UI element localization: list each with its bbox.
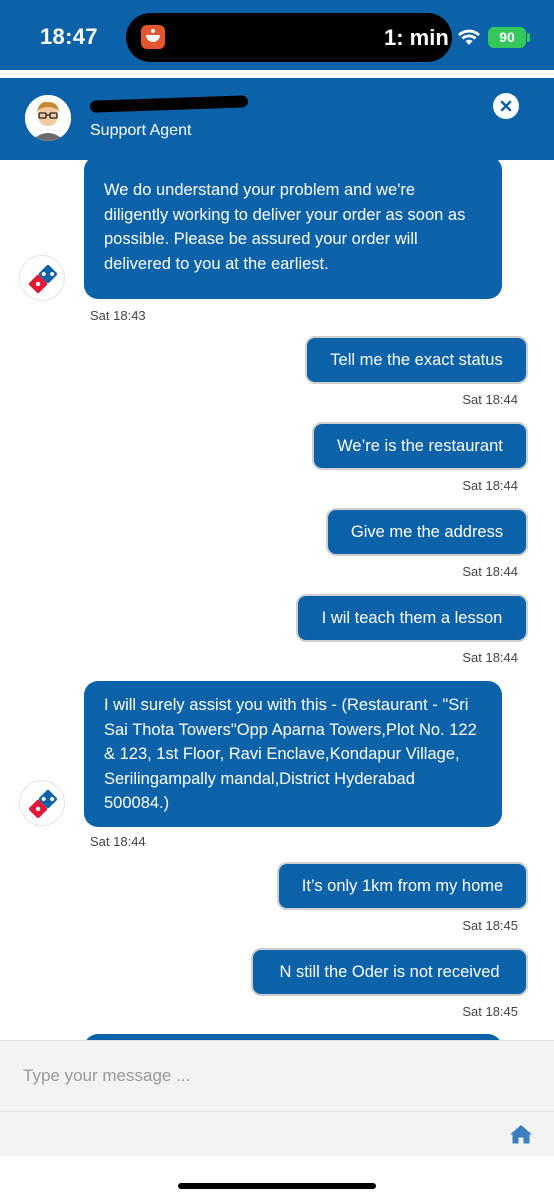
battery-indicator: 90 <box>488 27 526 48</box>
message-timestamp: Sat 18:44 <box>462 564 518 579</box>
outgoing-message: N still the Oder is not received <box>251 948 528 996</box>
agent-name-redacted <box>89 95 249 113</box>
message-timestamp: Sat 18:43 <box>90 308 146 323</box>
composer-divider <box>0 1111 554 1112</box>
message-timestamp: Sat 18:44 <box>462 392 518 407</box>
message-input[interactable] <box>0 1041 554 1111</box>
dominos-logo-icon <box>28 264 58 294</box>
message-timestamp: Sat 18:45 <box>462 1004 518 1019</box>
dominos-logo-icon <box>28 789 58 819</box>
chat-messages[interactable]: We do understand your problem and we're … <box>0 160 554 1040</box>
outgoing-message: Give me the address <box>326 508 528 556</box>
incoming-message: We do understand your problem and we're … <box>84 160 502 299</box>
home-icon[interactable] <box>508 1123 534 1145</box>
close-icon <box>500 100 512 112</box>
header-separator <box>0 70 554 78</box>
message-timestamp: Sat 18:44 <box>462 478 518 493</box>
message-timestamp: Sat 18:44 <box>90 834 146 849</box>
outgoing-message: Tell me the exact status <box>305 336 528 384</box>
battery-cap <box>527 33 530 42</box>
status-time: 18:47 <box>40 24 98 49</box>
bot-avatar <box>19 780 65 826</box>
status-bar: 18:47 1: min 90 <box>0 0 554 70</box>
agent-role: Support Agent <box>90 122 192 139</box>
outgoing-message: I wil teach them a lesson <box>296 594 528 642</box>
incoming-message: I will surely assist you with this - (Re… <box>84 681 502 827</box>
outgoing-message: It’s only 1km from my home <box>277 862 528 910</box>
wifi-icon <box>458 29 480 45</box>
message-composer <box>0 1040 554 1156</box>
message-timestamp: Sat 18:44 <box>462 650 518 665</box>
home-indicator[interactable] <box>178 1183 376 1189</box>
outgoing-message: We’re is the restaurant <box>312 422 528 470</box>
bot-avatar <box>19 255 65 301</box>
app-activity-icon <box>141 25 165 49</box>
bottom-safe-area <box>0 1156 554 1200</box>
chat-header: Support Agent <box>0 78 554 160</box>
message-timestamp: Sat 18:45 <box>462 918 518 933</box>
agent-avatar-icon <box>25 95 71 141</box>
live-activity-text: 1: min <box>384 25 449 50</box>
agent-avatar <box>25 95 71 141</box>
close-chat-button[interactable] <box>493 93 519 119</box>
dynamic-island[interactable]: 1: min <box>126 13 452 62</box>
